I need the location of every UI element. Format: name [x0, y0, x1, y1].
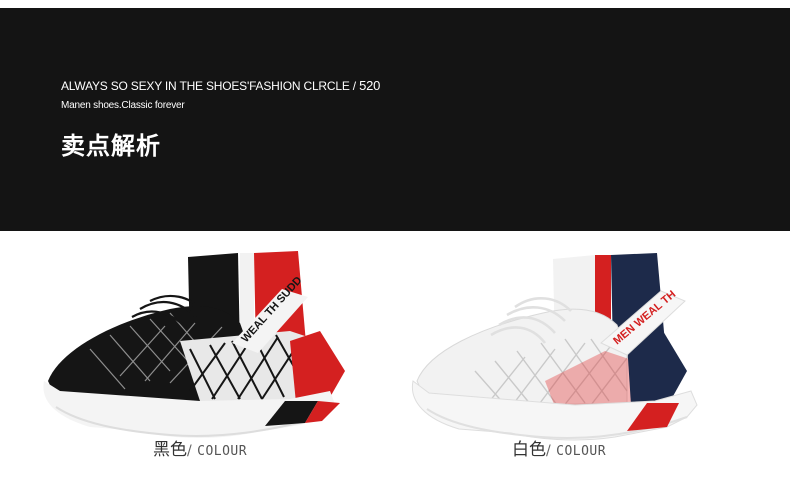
tagline-number: 520	[359, 78, 381, 93]
tagline-text: ALWAYS SO SEXY IN THE SHOES'FASHION CLRC…	[61, 79, 356, 93]
banner-subline: Manen shoes.Classic forever	[61, 100, 185, 111]
top-strip	[0, 0, 790, 8]
banner-tagline: ALWAYS SO SEXY IN THE SHOES'FASHION CLRC…	[61, 78, 380, 93]
black-color-cn: 黑色	[153, 440, 187, 460]
caption-separator: /	[546, 443, 551, 459]
white-color-en: COLOUR	[556, 444, 607, 459]
white-color-cn: 白色	[512, 440, 546, 460]
caption-separator: /	[187, 443, 192, 459]
black-color-en: COLOUR	[197, 444, 248, 459]
header-banner	[0, 8, 790, 231]
section-heading: 卖点解析	[61, 132, 161, 160]
white-colour-caption: 白色/ COLOUR	[512, 435, 606, 460]
black-colour-caption: 黑色/ COLOUR	[153, 435, 247, 460]
